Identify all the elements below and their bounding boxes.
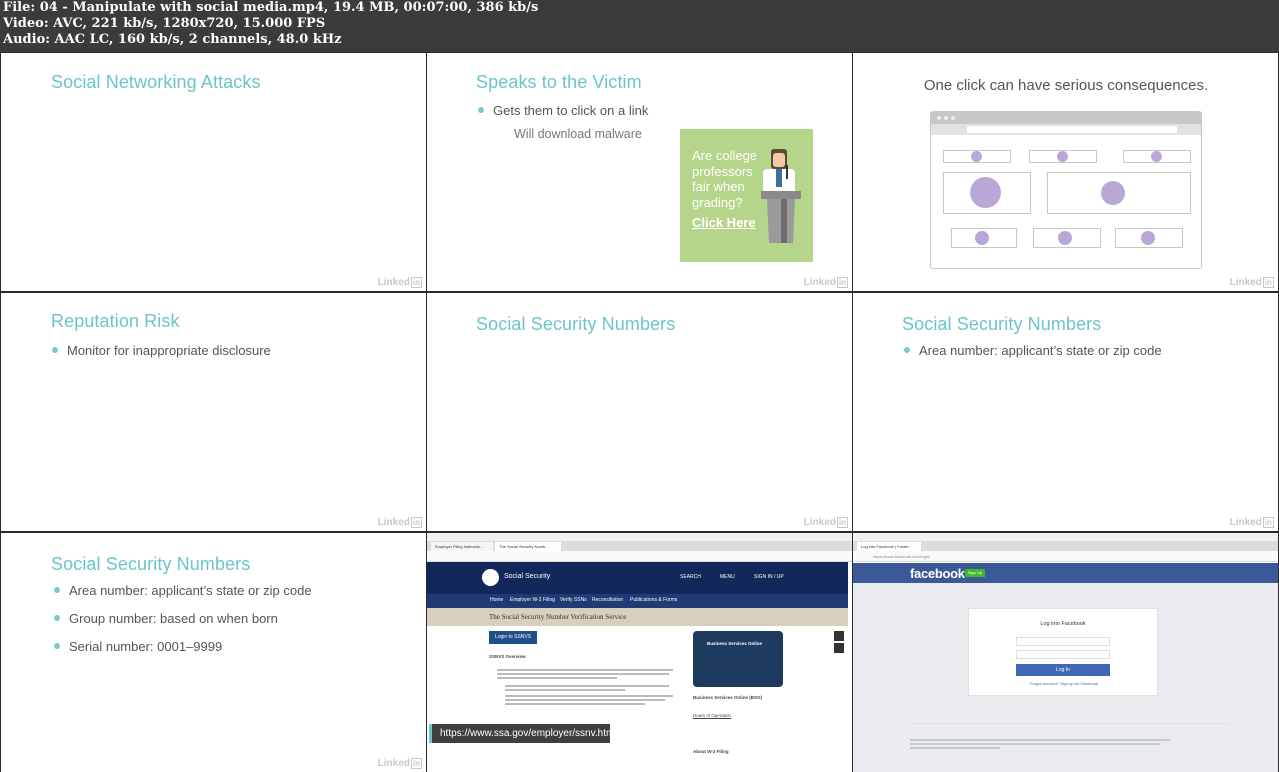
bug-icon (1057, 151, 1068, 162)
slide-title: Reputation Risk (51, 311, 180, 331)
address-url: https://www.facebook.com/login/ (873, 554, 931, 559)
ssa-subnav: Home Employer W-2 Filing Verify SSNs Rec… (427, 594, 848, 608)
linkedin-watermark: Linked in (377, 517, 422, 528)
bullet-item: Serial number: 0001–9999 (54, 639, 222, 654)
slide-title: Social Security Numbers (51, 554, 251, 574)
url-tooltip: https://www.ssa.gov/employer/ssnv.htm (429, 724, 614, 743)
bug-icon (1141, 231, 1155, 245)
subnav-item[interactable]: Reconciliation (592, 597, 623, 603)
browser-tab-active[interactable]: The Social Security Numb... (495, 542, 561, 551)
twitter-icon[interactable] (834, 631, 844, 641)
ssa-header: Social Security SEARCH MENU SIGN IN / UP (427, 562, 848, 594)
linkedin-watermark: Linked in (803, 277, 848, 288)
sub-bullet-item: Will download malware (514, 127, 642, 141)
password-field[interactable] (1016, 650, 1110, 659)
footer-divider (910, 723, 1230, 724)
browser-menubar (427, 533, 852, 541)
slide-ssn-components[interactable]: Social Security Numbers Area number: app… (1, 533, 426, 772)
browser-wireframe-illustration (930, 111, 1202, 269)
sign-up-link[interactable]: Sign up for Facebook (1060, 681, 1098, 686)
browser-menubar (853, 533, 1278, 541)
subnav-item[interactable]: Verify SSNs (560, 597, 587, 603)
screenshot-ssa-website[interactable]: Employer Filing Instructio... The Social… (427, 533, 852, 772)
slide-title: Social Networking Attacks (51, 72, 261, 92)
bso-heading: Business Services Online (BSO) (693, 695, 763, 700)
facebook-header: facebook Sign Up (853, 563, 1278, 583)
browser-address-bar[interactable]: https://www.facebook.com/login/ (853, 551, 1278, 562)
login-card: Log into Facebook Log In Forgot account?… (968, 608, 1158, 696)
bug-icon (970, 177, 1001, 208)
sign-in-link[interactable]: SIGN IN / UP (754, 574, 784, 580)
slide-title: Social Security Numbers (902, 314, 1102, 334)
slide-reputation-risk[interactable]: Reputation Risk Monitor for inappropriat… (1, 293, 426, 531)
bso-card[interactable]: Business Services Online (693, 631, 783, 687)
slide-ssn-area-number[interactable]: Social Security Numbers Area number: app… (853, 293, 1278, 531)
file-info-line-1: File: 04 - Manipulate with social media.… (3, 0, 539, 15)
file-info-line-3: Audio: AAC LC, 160 kb/s, 2 channels, 48.… (3, 32, 342, 47)
bullet-dot-icon (478, 107, 484, 113)
thumbnail-grid: Social Networking Attacks Linked in Speak… (0, 52, 1279, 772)
subnav-item[interactable]: Employer W-2 Filing (510, 597, 555, 603)
subnav-item[interactable]: Publications & Forms (630, 597, 677, 603)
linkedin-watermark: Linked in (377, 758, 422, 769)
slide-social-networking-attacks[interactable]: Social Networking Attacks Linked in (1, 53, 426, 291)
browser-tab-strip: Employer Filing Instructio... The Social… (427, 541, 852, 551)
log-in-button[interactable]: Log In (1016, 664, 1110, 676)
linkedin-watermark: Linked in (377, 277, 422, 288)
slide-speaks-to-the-victim[interactable]: Speaks to the Victim Gets them to click … (427, 53, 852, 291)
slide-title: Speaks to the Victim (476, 72, 642, 92)
forgot-account-link[interactable]: Forgot account? (1030, 681, 1059, 686)
ssa-seal-icon (482, 569, 499, 586)
browser-tab[interactable]: Employer Filing Instructio... (431, 542, 493, 551)
browser-tab-active[interactable]: Log into Facebook | Faceb... (857, 542, 921, 551)
bullet-dot-icon (54, 587, 60, 593)
bullet-item: Area number: applicant’s state or zip co… (54, 583, 312, 598)
bug-icon (971, 151, 982, 162)
bullet-dot-icon (904, 347, 910, 353)
browser-tab-strip: Log into Facebook | Faceb... (853, 541, 1278, 551)
slide-title: Social Security Numbers (476, 314, 676, 334)
bullet-item: Group number: based on when born (54, 611, 278, 626)
bullet-item: Gets them to click on a link (478, 103, 648, 118)
ad-click-here-link[interactable]: Click Here (692, 215, 756, 230)
bullet-dot-icon (54, 643, 60, 649)
search-link[interactable]: SEARCH (680, 574, 701, 580)
slide-one-click-consequences[interactable]: One click can have serious consequences.… (853, 53, 1278, 291)
bullet-item: Monitor for inappropriate disclosure (52, 343, 271, 358)
login-title: Log into Facebook (1040, 621, 1086, 627)
linkedin-watermark: Linked in (1229, 277, 1274, 288)
bug-icon (1151, 151, 1162, 162)
sign-up-button[interactable]: Sign Up (965, 569, 985, 577)
linkedin-watermark: Linked in (1229, 517, 1274, 528)
menu-link[interactable]: MENU (720, 574, 735, 580)
browser-address-bar[interactable] (427, 551, 852, 562)
bug-icon (975, 231, 989, 245)
about-w2-heading: About W-2 Filing (693, 749, 729, 754)
subnav-item[interactable]: Home (490, 597, 503, 603)
hours-link[interactable]: Hours of Operation (693, 713, 731, 720)
screenshot-facebook-login[interactable]: Log into Facebook | Faceb... https://www… (853, 533, 1278, 772)
facebook-share-icon[interactable] (834, 643, 844, 653)
overview-heading: SSNVS Overview (489, 654, 526, 659)
file-info-header: File: 04 - Manipulate with social media.… (0, 0, 1279, 52)
clickbait-ad[interactable]: Are college professors fair when grading… (680, 129, 813, 262)
professor-podium-icon (761, 149, 801, 243)
facebook-logo: facebook (910, 566, 965, 581)
bullet-dot-icon (52, 347, 58, 353)
bullet-dot-icon (54, 615, 60, 621)
footer-links (910, 737, 1170, 751)
bullet-item: Area number: applicant’s state or zip co… (904, 343, 1162, 358)
email-field[interactable] (1016, 637, 1110, 646)
slide-social-security-numbers[interactable]: Social Security Numbers Linked in (427, 293, 852, 531)
slide-title: One click can have serious consequences. (923, 77, 1209, 94)
login-ssnvs-button[interactable]: Login to SSNVS (489, 631, 537, 644)
bug-icon (1101, 181, 1125, 205)
ssa-brand: Social Security (504, 573, 551, 580)
bug-icon (1058, 231, 1072, 245)
linkedin-watermark: Linked in (803, 517, 848, 528)
overview-body-text (497, 667, 677, 725)
ssnvs-banner: The Social Security Number Verification … (427, 608, 848, 626)
file-info-line-2: Video: AVC, 221 kb/s, 1280x720, 15.000 F… (3, 16, 326, 31)
